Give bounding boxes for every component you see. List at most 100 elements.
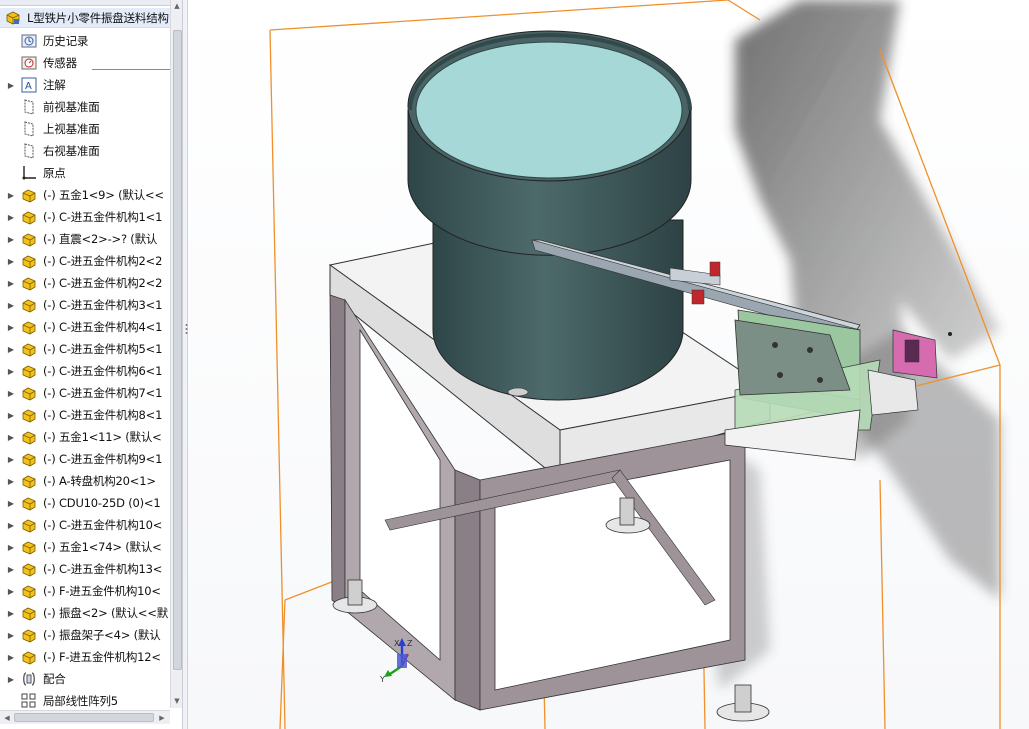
tree-item[interactable]: ▶ (-) C-进五金件机构8<1 — [0, 404, 170, 426]
tree-item[interactable]: ▶ (-) F-进五金件机构12< — [0, 646, 170, 668]
tree-item-label: (-) C-进五金件机构8<1 — [43, 408, 163, 422]
tree-item-label: (-) C-进五金件机构6<1 — [43, 364, 163, 378]
tree-item[interactable]: ▶ (-) C-进五金件机构2<2 — [0, 272, 170, 294]
tree-item[interactable]: ▶局部线性阵列5 — [0, 690, 170, 712]
scroll-up-icon[interactable]: ▲ — [171, 0, 182, 12]
tree-item-label: (-) C-进五金件机构13< — [43, 562, 163, 576]
tree-item-label: (-) 直震<2>->? (默认 — [43, 232, 158, 246]
tree-item-label: 传感器 — [43, 56, 77, 70]
tree-item-label: (-) 振盘<2> (默认<<默 — [43, 606, 169, 620]
scroll-down-icon[interactable]: ▼ — [171, 695, 182, 707]
expand-arrow-icon[interactable]: ▶ — [6, 190, 16, 200]
graphics-viewport[interactable]: X Z Y — [188, 0, 1029, 729]
assembly-icon — [4, 9, 22, 27]
plane-icon — [20, 98, 38, 116]
view-orientation-triad: X Z Y — [379, 636, 430, 684]
expand-arrow-icon[interactable]: ▶ — [6, 498, 16, 508]
tree-item-label: 配合 — [43, 672, 66, 686]
tree-item-label: (-) C-进五金件机构1<1 — [43, 210, 163, 224]
tree-item-label: (-) 五金1<9> (默认<< — [43, 188, 164, 202]
expand-arrow-icon[interactable]: ▶ — [6, 388, 16, 398]
tree-item[interactable]: ▶ (-) CDU10-25D (0)<1 — [0, 492, 170, 514]
tree-item[interactable]: ▶ (-) C-进五金件机构10< — [0, 514, 170, 536]
tree-item[interactable]: ▶ (-) C-进五金件机构2<2 — [0, 250, 170, 272]
tree-item[interactable]: ▶ (-) F-进五金件机构10< — [0, 580, 170, 602]
tree-item[interactable]: ▶ (-) C-进五金件机构6<1 — [0, 360, 170, 382]
expand-arrow-icon[interactable]: ▶ — [6, 410, 16, 420]
tree-item[interactable]: ▶ (-) C-进五金件机构13< — [0, 558, 170, 580]
part-icon — [20, 208, 38, 226]
part-icon — [20, 648, 38, 666]
tree-item[interactable]: ▶历史记录 — [0, 30, 170, 52]
plane-icon — [20, 142, 38, 160]
part-icon — [20, 384, 38, 402]
part-icon — [20, 494, 38, 512]
tree-item-label: (-) A-转盘机构20<1> — [43, 474, 156, 488]
part-icon — [20, 516, 38, 534]
triad-y-label: Y — [380, 675, 385, 682]
tree-item-label: (-) C-进五金件机构2<2 — [43, 276, 163, 290]
tree-item-label: (-) 振盘架子<4> (默认 — [43, 628, 161, 642]
expand-arrow-icon[interactable]: ▶ — [6, 80, 16, 90]
tree-item[interactable]: ▶原点 — [0, 162, 170, 184]
tree-item[interactable]: ▶ (-) C-进五金件机构7<1 — [0, 382, 170, 404]
expand-arrow-icon[interactable]: ▶ — [6, 520, 16, 530]
expand-arrow-icon[interactable]: ▶ — [6, 234, 16, 244]
tree-root-assembly[interactable]: L型铁片小零件振盘送料结构 — [0, 8, 170, 28]
expand-arrow-icon[interactable]: ▶ — [6, 652, 16, 662]
tree-item[interactable]: ▶ (-) C-进五金件机构4<1 — [0, 316, 170, 338]
tree-item[interactable]: ▶ (-) 振盘架子<4> (默认 — [0, 624, 170, 646]
tree-item-label: 上视基准面 — [43, 122, 100, 136]
pattern-icon — [20, 692, 38, 710]
expand-arrow-icon[interactable]: ▶ — [6, 322, 16, 332]
expand-arrow-icon[interactable]: ▶ — [6, 212, 16, 222]
expand-arrow-icon[interactable]: ▶ — [6, 300, 16, 310]
expand-arrow-icon[interactable]: ▶ — [6, 564, 16, 574]
tree-horizontal-scroll-thumb[interactable] — [14, 713, 154, 722]
tree-vertical-scroll-thumb[interactable] — [173, 30, 182, 670]
tree-vertical-scrollbar[interactable]: ▲ ▼ — [170, 0, 182, 708]
expand-arrow-icon[interactable]: ▶ — [6, 432, 16, 442]
expand-arrow-icon[interactable]: ▶ — [6, 476, 16, 486]
part-icon — [20, 252, 38, 270]
part-icon — [20, 538, 38, 556]
tree-item[interactable]: ▶ (-) C-进五金件机构3<1 — [0, 294, 170, 316]
tree-item[interactable]: ▶前视基准面 — [0, 96, 170, 118]
tree-item[interactable]: ▶ A 注解 — [0, 74, 170, 96]
expand-arrow-icon[interactable]: ▶ — [6, 454, 16, 464]
expand-arrow-icon[interactable]: ▶ — [6, 674, 16, 684]
expand-arrow-icon[interactable]: ▶ — [6, 344, 16, 354]
expand-arrow-icon[interactable]: ▶ — [6, 278, 16, 288]
feature-manager-tree: L型铁片小零件振盘送料结构 ▶历史记录▶传感器▶A注解▶前视基准面▶上视基准面▶… — [0, 0, 183, 729]
tree-item[interactable]: ▶ 配合 — [0, 668, 170, 690]
tree-item-label: (-) C-进五金件机构2<2 — [43, 254, 163, 268]
tree-item[interactable]: ▶ (-) 五金1<74> (默认< — [0, 536, 170, 558]
tree-item-label: (-) C-进五金件机构9<1 — [43, 452, 163, 466]
tree-item[interactable]: ▶ (-) 直震<2>->? (默认 — [0, 228, 170, 250]
tree-item[interactable]: ▶ (-) 振盘<2> (默认<<默 — [0, 602, 170, 624]
scroll-left-icon[interactable]: ◀ — [1, 712, 13, 724]
expand-arrow-icon[interactable]: ▶ — [6, 630, 16, 640]
tree-item[interactable]: ▶右视基准面 — [0, 140, 170, 162]
tree-item[interactable]: ▶ (-) C-进五金件机构5<1 — [0, 338, 170, 360]
scroll-right-icon[interactable]: ▶ — [156, 712, 168, 724]
expand-arrow-icon[interactable]: ▶ — [6, 366, 16, 376]
tree-item-label: 历史记录 — [43, 34, 89, 48]
tree-item-label: (-) F-进五金件机构12< — [43, 650, 161, 664]
expand-arrow-icon[interactable]: ▶ — [6, 608, 16, 618]
tree-item[interactable]: ▶ (-) C-进五金件机构1<1 — [0, 206, 170, 228]
model-render — [269, 0, 1001, 729]
part-icon — [20, 296, 38, 314]
expand-arrow-icon[interactable]: ▶ — [6, 586, 16, 596]
tree-item[interactable]: ▶ (-) A-转盘机构20<1> — [0, 470, 170, 492]
part-icon — [20, 428, 38, 446]
tree-horizontal-scrollbar[interactable]: ◀ ▶ — [0, 710, 170, 724]
tree-item[interactable]: ▶ (-) 五金1<11> (默认< — [0, 426, 170, 448]
part-icon — [20, 560, 38, 578]
tree-item[interactable]: ▶ (-) C-进五金件机构9<1 — [0, 448, 170, 470]
part-icon — [20, 362, 38, 380]
expand-arrow-icon[interactable]: ▶ — [6, 542, 16, 552]
tree-item[interactable]: ▶ (-) 五金1<9> (默认<< — [0, 184, 170, 206]
expand-arrow-icon[interactable]: ▶ — [6, 256, 16, 266]
tree-item[interactable]: ▶上视基准面 — [0, 118, 170, 140]
